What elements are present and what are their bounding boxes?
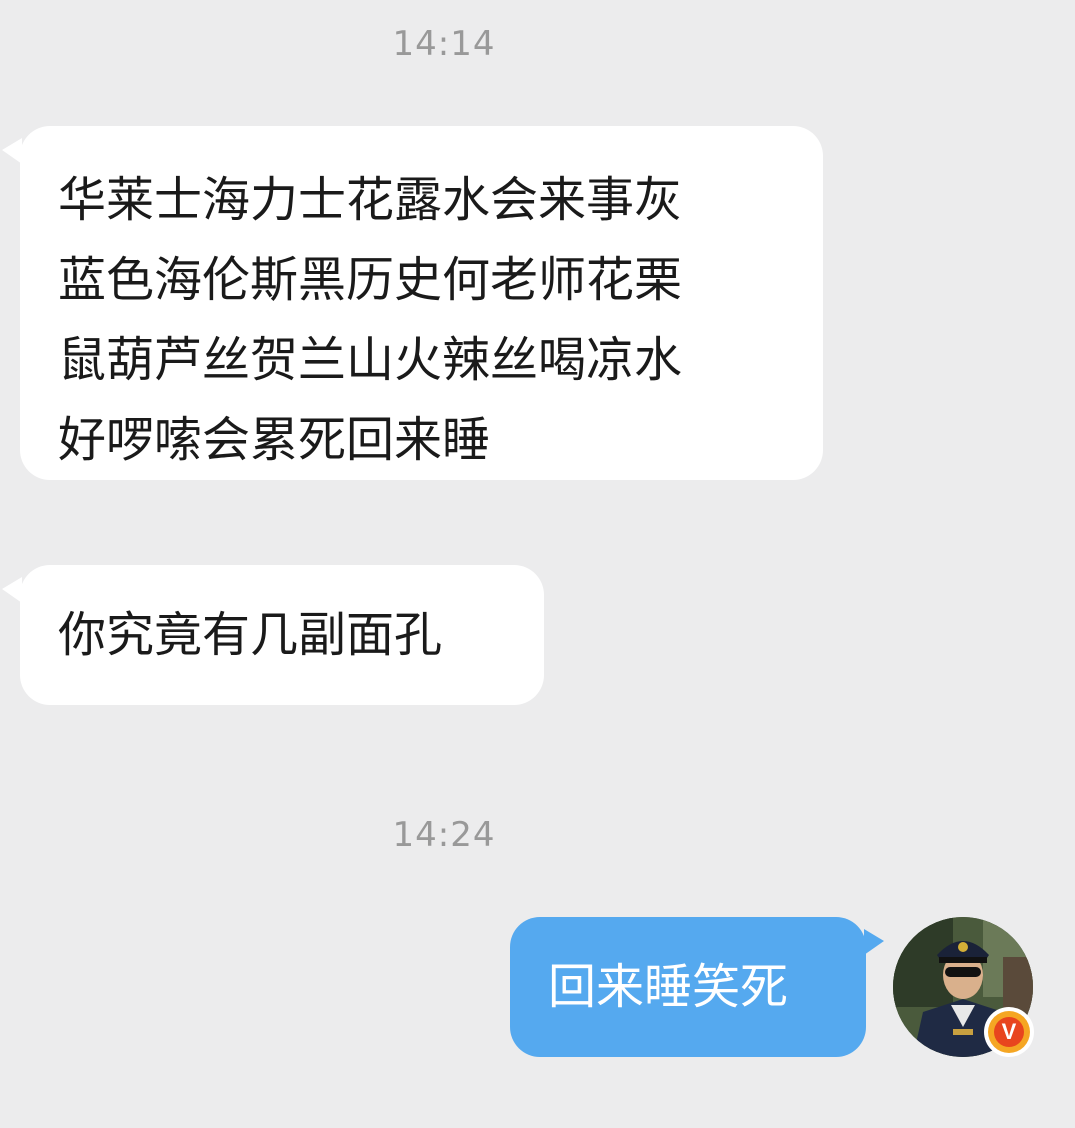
verified-badge-icon: V: [984, 1007, 1034, 1057]
bubble-tail: [2, 577, 22, 603]
message-text-line: 华莱士海力士花露水会来事灰: [58, 172, 683, 228]
message-text-line: 好啰嗦会累死回来睡: [58, 412, 491, 468]
message-text-line: 你究竟有几副面孔: [58, 607, 443, 663]
message-text-line: 回来睡笑死: [548, 959, 789, 1015]
message-bubble-incoming[interactable]: 你究竟有几副面孔: [20, 565, 544, 705]
message-bubble-incoming[interactable]: 华莱士海力士花露水会来事灰 蓝色海伦斯黑历史何老师花栗 鼠葫芦丝贺兰山火辣丝喝凉…: [20, 126, 823, 480]
message-text-line: 蓝色海伦斯黑历史何老师花栗: [58, 252, 683, 308]
verified-badge-letter: V: [994, 1017, 1024, 1047]
message-bubble-outgoing[interactable]: 回来睡笑死: [510, 917, 866, 1057]
timestamp: 14:14: [392, 24, 496, 64]
timestamp: 14:24: [392, 815, 496, 855]
verified-badge-ring: V: [988, 1011, 1030, 1053]
message-text-line: 鼠葫芦丝贺兰山火辣丝喝凉水: [58, 332, 683, 388]
bubble-tail: [864, 929, 884, 955]
bubble-tail: [2, 138, 22, 164]
